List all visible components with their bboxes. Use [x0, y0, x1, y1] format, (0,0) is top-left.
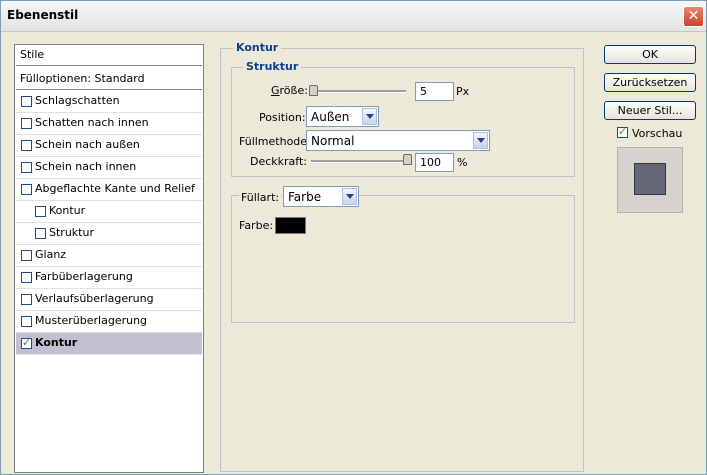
style-checkbox[interactable] — [21, 140, 32, 151]
list-item[interactable]: Musterüberlagerung — [16, 311, 202, 333]
style-label: Schein nach innen — [35, 160, 137, 173]
style-label: Kontur — [49, 204, 86, 217]
style-label: Kontur — [35, 336, 78, 349]
chevron-down-icon[interactable] — [342, 188, 357, 205]
contour-group-title: Kontur — [233, 41, 282, 54]
blend-mode-label: Füllmethode: — [239, 135, 311, 148]
style-label: Farbüberlagerung — [35, 270, 133, 283]
structure-group-title: Struktur — [243, 60, 302, 73]
style-checkbox[interactable] — [21, 316, 32, 327]
style-label: Glanz — [35, 248, 67, 261]
size-label: Größe: — [271, 84, 308, 97]
style-checkbox[interactable] — [21, 336, 32, 349]
layer-style-dialog: Ebenenstil ✕ Stile Fülloptionen: Standar… — [0, 0, 707, 475]
preview-label: Vorschau — [632, 127, 683, 140]
color-swatch[interactable] — [275, 217, 306, 234]
opacity-field[interactable]: 100 — [415, 153, 454, 172]
preview-checkbox[interactable] — [617, 125, 628, 138]
list-item-blending-options[interactable]: Fülloptionen: Standard — [16, 67, 202, 90]
ok-button[interactable]: OK — [604, 45, 696, 64]
list-item[interactable]: Verlaufsüberlagerung — [16, 289, 202, 311]
blend-mode-value: Normal — [311, 134, 355, 148]
chevron-down-icon[interactable] — [473, 132, 488, 149]
style-checkbox[interactable] — [21, 294, 32, 305]
style-checkbox[interactable] — [21, 96, 32, 107]
list-header-styles[interactable]: Stile — [16, 45, 202, 66]
opacity-slider[interactable] — [311, 160, 407, 163]
preview-box — [617, 147, 683, 213]
style-label: Musterüberlagerung — [35, 314, 148, 327]
style-checkbox[interactable] — [21, 162, 32, 173]
style-label: Schatten nach innen — [35, 116, 149, 129]
reset-button[interactable]: Zurücksetzen — [604, 73, 696, 92]
size-slider[interactable] — [311, 90, 406, 93]
color-label: Farbe: — [239, 219, 274, 232]
list-header-label: Stile — [20, 48, 45, 61]
list-item[interactable]: Kontur — [16, 333, 202, 355]
close-icon: ✕ — [687, 8, 700, 24]
new-style-button[interactable]: Neuer Stil... — [604, 101, 696, 120]
style-label: Struktur — [49, 226, 94, 239]
fill-type-label: Füllart: — [239, 191, 282, 204]
opacity-value: 100 — [420, 156, 441, 169]
list-item[interactable]: Schlagschatten — [16, 91, 202, 113]
style-label: Schlagschatten — [35, 94, 120, 107]
preview-swatch — [634, 163, 666, 195]
list-item[interactable]: Schein nach innen — [16, 157, 202, 179]
opacity-slider-handle[interactable] — [403, 154, 412, 165]
list-item[interactable]: Kontur — [16, 201, 202, 223]
list-item[interactable]: Glanz — [16, 245, 202, 267]
position-value: Außen — [311, 110, 350, 124]
window-title: Ebenenstil — [7, 8, 79, 22]
chevron-down-icon[interactable] — [362, 108, 377, 125]
list-item[interactable]: Farbüberlagerung — [16, 267, 202, 289]
fill-type-value: Farbe — [288, 190, 322, 204]
size-unit: Px — [456, 85, 470, 98]
style-checkbox[interactable] — [21, 250, 32, 261]
size-slider-handle[interactable] — [308, 85, 318, 96]
style-label: Abgeflachte Kante und Relief — [35, 182, 195, 195]
position-select[interactable]: Außen — [306, 106, 379, 127]
style-checkbox[interactable] — [35, 228, 46, 239]
style-checkbox[interactable] — [21, 184, 32, 195]
blend-mode-select[interactable]: Normal — [306, 130, 490, 151]
close-button[interactable]: ✕ — [683, 6, 704, 27]
size-label-text: röße: — [279, 84, 308, 97]
fill-type-select[interactable]: Farbe — [283, 186, 359, 207]
style-label: Verlaufsüberlagerung — [35, 292, 154, 305]
list-item-label: Fülloptionen: Standard — [20, 72, 145, 85]
size-field[interactable]: 5 — [415, 82, 454, 101]
style-checkbox[interactable] — [35, 206, 46, 217]
opacity-unit: % — [457, 156, 468, 169]
list-item[interactable]: Abgeflachte Kante und Relief — [16, 179, 202, 201]
list-item[interactable]: Schatten nach innen — [16, 113, 202, 135]
style-checkbox[interactable] — [21, 118, 32, 129]
styles-list: Stile Fülloptionen: Standard Schlagschat… — [14, 44, 204, 473]
title-bar[interactable]: Ebenenstil ✕ — [1, 1, 706, 32]
fill-group — [231, 195, 575, 323]
position-label: Position: — [259, 111, 306, 124]
size-value: 5 — [420, 85, 427, 98]
style-label: Schein nach außen — [35, 138, 140, 151]
list-item[interactable]: Schein nach außen — [16, 135, 202, 157]
list-item[interactable]: Struktur — [16, 223, 202, 245]
opacity-label: Deckkraft: — [250, 155, 307, 168]
style-checkbox[interactable] — [21, 272, 32, 283]
